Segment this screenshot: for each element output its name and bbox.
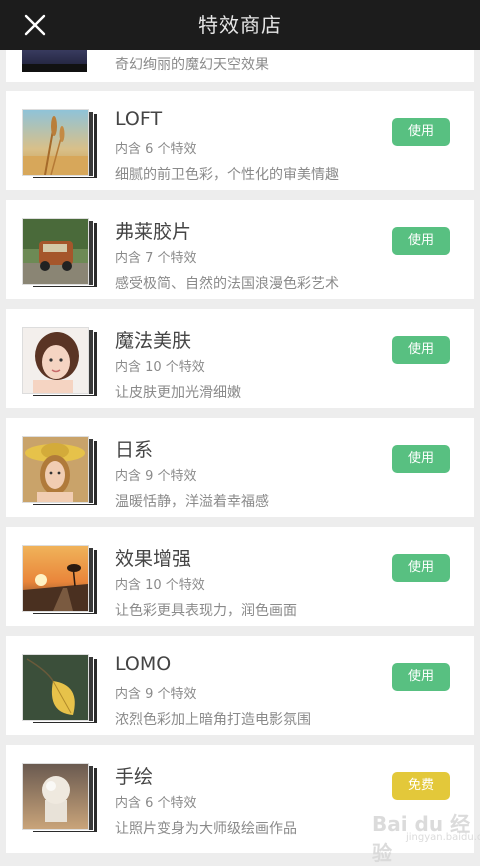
use-button[interactable]: 使用 [392,227,450,255]
item-count: 内含 9 个特效 [115,469,197,484]
item-count: 内含 10 个特效 [115,360,205,375]
header-bar: 特效商店 [0,0,480,50]
use-button[interactable]: 使用 [392,445,450,473]
list-item[interactable]: 日系 内含 9 个特效 温暖恬静，洋溢着幸福感 使用 [6,418,474,517]
item-count: 内含 7 个特效 [115,251,197,266]
item-name: 手绘 [115,766,154,788]
item-name: 魔法美肤 [115,330,192,352]
list-item[interactable]: LOMO 内含 9 个特效 浓烈色彩加上暗角打造电影氛围 使用 [6,636,474,735]
item-description: 温暖恬静，洋溢着幸福感 [115,494,269,510]
watermark: Bai du 经验 jingyan.baidu.com [366,806,480,865]
thumb-stack [22,654,98,726]
free-button[interactable]: 免费 [392,772,450,800]
thumb-stack [22,327,98,399]
item-count: 内含 9 个特效 [115,687,197,702]
item-name: 弗莱胶片 [115,221,192,243]
sphere-sketch-photo [22,763,89,830]
hat-girl-photo [22,436,89,503]
item-count: 内含 6 个特效 [115,796,197,811]
sunset-road-photo [22,545,89,612]
item-description: 浓烈色彩加上暗角打造电影氛围 [115,712,311,728]
item-description: 让照片变身为大师级绘画作品 [115,821,297,837]
list-item[interactable]: 魔法美肤 内含 10 个特效 让皮肤更加光滑细嫩 使用 [6,309,474,408]
list-item[interactable]: LOFT 内含 6 个特效 细腻的前卫色彩，个性化的审美情趣 使用 [6,91,474,190]
thumb-stack [22,218,98,290]
item-name: LOFT [115,108,163,130]
use-button[interactable]: 使用 [392,663,450,691]
wheat-photo [22,109,89,176]
thumb-stack [22,763,98,835]
item-description: 让色彩更具表现力，润色画面 [115,603,297,619]
item-description: 细腻的前卫色彩，个性化的审美情趣 [115,167,339,183]
use-button[interactable]: 使用 [392,336,450,364]
use-button[interactable]: 使用 [392,554,450,582]
item-name: 效果增强 [115,548,192,570]
item-description: 让皮肤更加光滑细嫩 [115,385,241,401]
item-description: 感受极简、自然的法国浪漫色彩艺术 [115,276,339,292]
portrait-photo [22,327,89,394]
item-count: 内含 10 个特效 [115,578,205,593]
item-count: 内含 6 个特效 [115,142,197,157]
use-button[interactable]: 使用 [392,118,450,146]
page-title: 特效商店 [198,13,282,37]
thumb-stack [22,436,98,508]
item-name: LOMO [115,653,172,675]
item-description: 奇幻绚丽的魔幻天空效果 [115,57,269,73]
list-item[interactable]: 弗莱胶片 内含 7 个特效 感受极简、自然的法国浪漫色彩艺术 使用 [6,200,474,299]
item-name: 日系 [115,439,154,461]
thumb-stack [22,545,98,617]
list-item[interactable]: 效果增强 内含 10 个特效 让色彩更具表现力，润色画面 使用 [6,527,474,626]
watermark-sub: jingyan.baidu.com [406,832,480,843]
leaf-photo [22,654,89,721]
thumb-stack [22,109,98,181]
vintage-car-photo [22,218,89,285]
